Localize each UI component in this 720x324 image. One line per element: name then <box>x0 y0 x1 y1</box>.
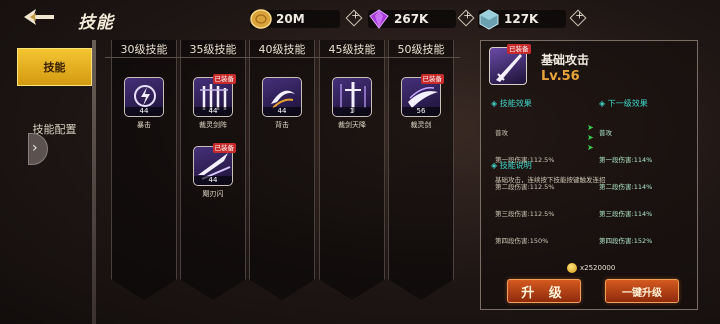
skill-level: 44 <box>263 107 301 116</box>
divider <box>92 40 96 324</box>
upgrade-arrows: ➤ ➤ ➤ <box>587 123 594 153</box>
skill-column-50: 50级技能 56 已装备 裁灵剑 <box>382 40 460 310</box>
sword-fall-skill-icon[interactable]: 1 <box>332 77 372 117</box>
column-header: 30级技能 <box>105 41 183 58</box>
effect-title: 技能效果 <box>491 98 532 109</box>
effect-line: 第二段伤害:112.5% <box>495 183 555 191</box>
one-click-upgrade-button[interactable]: 一键升级 <box>605 279 679 303</box>
effect-line: 第四段伤害:150% <box>495 237 549 245</box>
back-strike-skill-icon[interactable]: 44 <box>262 77 302 117</box>
equipped-badge: 已装备 <box>507 44 531 54</box>
equipped-badge: 已装备 <box>420 74 444 84</box>
effect-line: 第四段伤害:152% <box>599 237 653 245</box>
column-header: 45级技能 <box>313 41 391 58</box>
desc-title: 技能说明 <box>491 160 532 171</box>
equipped-badge: 已装备 <box>212 143 236 153</box>
skill-name: 裁灵剑阵 <box>199 121 227 129</box>
crystal-currency: 127K <box>478 8 587 30</box>
skill-item[interactable]: 44 已装备 飓刃闪 <box>193 143 236 199</box>
skill-name: 暴击 <box>137 121 151 129</box>
skill-title: 基础攻击 <box>541 53 590 67</box>
skill-item[interactable]: 44 背击 <box>262 77 302 130</box>
column-header: 40级技能 <box>243 41 321 58</box>
skill-level: 1 <box>333 107 371 116</box>
effect-line: 普攻 <box>495 129 508 137</box>
skill-column-35: 35级技能 44 已装备 裁灵剑阵 44 已装备 飓刃闪 <box>174 40 252 310</box>
effect-line: 普攻 <box>599 129 612 137</box>
skill-column-30: 30级技能 44 暴击 <box>105 40 183 310</box>
skill-item[interactable]: 56 已装备 裁灵剑 <box>401 74 444 130</box>
add-gem-button[interactable] <box>457 9 475 27</box>
crystal-cube-icon <box>478 8 500 30</box>
gold-currency: 20M <box>250 8 363 30</box>
skill-level: 44 <box>194 107 232 116</box>
top-bar: 技能 20M 267K 127K <box>0 0 720 38</box>
effect-line: 第三段伤害:114% <box>599 210 653 218</box>
skill-name: 飓刃闪 <box>202 190 224 198</box>
purple-gem-icon <box>368 8 390 30</box>
skill-item[interactable]: 44 已装备 裁灵剑阵 <box>193 74 236 130</box>
sidebar-item-skills[interactable]: 技能 <box>17 48 92 86</box>
arrow-right-icon: ➤ <box>587 143 594 152</box>
current-effect-list: 普攻 第一段伤害:112.5% 第二段伤害:112.5% 第三段伤害:112.5… <box>495 111 554 264</box>
effect-line: 第三段伤害:112.5% <box>495 210 555 218</box>
skill-column-40: 40级技能 44 背击 <box>243 40 321 310</box>
equipped-badge: 已装备 <box>212 74 236 84</box>
effect-line: 第二段伤害:114% <box>599 183 653 191</box>
add-gold-button[interactable] <box>345 9 363 27</box>
arrow-right-icon: ➤ <box>587 123 594 132</box>
gem-currency: 267K <box>368 8 475 30</box>
column-header: 50级技能 <box>382 41 460 58</box>
skill-description: 基础攻击，连续按下技能按键触发连招 <box>495 176 606 184</box>
arrow-right-icon: ➤ <box>587 133 594 142</box>
skill-column-45: 45级技能 1 裁剑天降 <box>313 40 391 310</box>
page-title: 技能 <box>78 13 114 33</box>
cost-amount: x2520000 <box>580 264 616 272</box>
gold-coin-icon <box>250 8 272 30</box>
skill-level: 44 <box>125 107 163 116</box>
gold-coin-icon <box>567 263 577 273</box>
skill-level: 56 <box>402 107 440 116</box>
column-header: 35级技能 <box>174 41 252 58</box>
chevron-right-icon: › <box>32 140 38 156</box>
add-crystal-button[interactable] <box>569 9 587 27</box>
skill-name: 背击 <box>275 121 289 129</box>
effect-line: 第一段伤害:114% <box>599 156 653 164</box>
next-effect-title: 下一级效果 <box>599 98 648 109</box>
skill-name: 裁剑天降 <box>338 121 366 129</box>
skill-name: 裁灵剑 <box>410 121 432 129</box>
skill-item[interactable]: 44 暴击 <box>124 77 164 130</box>
upgrade-button[interactable]: 升 级 <box>507 279 581 303</box>
skill-level: 44 <box>194 176 232 185</box>
skill-detail-panel: 已装备 基础攻击 Lv.56 技能效果 下一级效果 普攻 第一段伤害:112.5… <box>480 40 698 310</box>
next-effect-list: 普攻 第一段伤害:114% 第二段伤害:114% 第三段伤害:114% 第四段伤… <box>599 111 652 264</box>
back-arrow-icon[interactable] <box>22 6 56 28</box>
crit-skill-icon[interactable]: 44 <box>124 77 164 117</box>
upgrade-cost: x2520000 <box>567 263 615 273</box>
skill-item[interactable]: 1 裁剑天降 <box>332 77 372 130</box>
skill-level: Lv.56 <box>541 69 580 84</box>
